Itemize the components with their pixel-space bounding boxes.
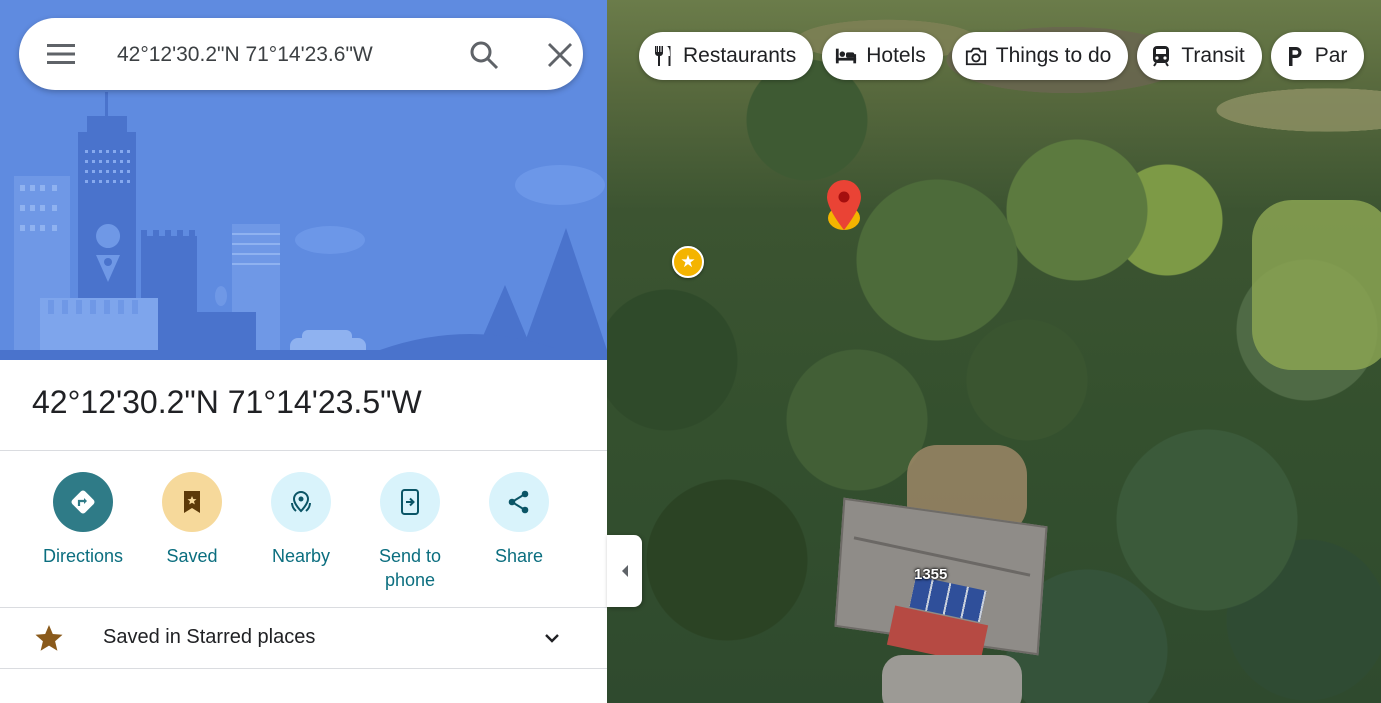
category-chips: Restaurants Hotels Things to do Transit … xyxy=(639,32,1365,80)
saved-button[interactable]: Saved xyxy=(137,472,247,568)
chip-restaurants[interactable]: Restaurants xyxy=(639,32,814,80)
share-button[interactable]: Share xyxy=(464,472,574,568)
location-pin-icon[interactable] xyxy=(824,178,864,234)
chip-things-to-do[interactable]: Things to do xyxy=(951,32,1129,80)
send-to-phone-icon-circle[interactable] xyxy=(380,472,440,532)
directions-icon xyxy=(71,490,95,514)
directions-button[interactable]: Directions xyxy=(28,472,138,568)
chip-label: Par xyxy=(1314,44,1348,67)
saved-list-row[interactable]: Saved in Starred places xyxy=(0,608,607,668)
place-title: 42°12'30.2"N 71°14'23.5"W xyxy=(32,384,422,420)
lawn-area xyxy=(1252,200,1381,370)
bed-icon xyxy=(836,48,857,64)
share-icon-circle[interactable] xyxy=(489,472,549,532)
bookmark-icon xyxy=(184,491,200,513)
directions-icon-circle[interactable] xyxy=(53,472,113,532)
satellite-map[interactable]: 1355 ★ Restaurants Hotels Things to do T… xyxy=(607,0,1381,703)
share-icon xyxy=(508,490,529,514)
close-icon[interactable] xyxy=(547,42,573,68)
send-to-phone-label: Send to phone xyxy=(378,546,442,590)
starred-place-icon[interactable]: ★ xyxy=(672,246,704,278)
saved-list-label: Saved in Starred places xyxy=(103,626,316,648)
nearby-icon xyxy=(291,490,311,513)
camera-icon xyxy=(965,47,986,66)
send-to-phone-button[interactable]: Send to phone xyxy=(355,472,465,592)
search-input[interactable] xyxy=(115,38,419,72)
chevron-down-icon[interactable] xyxy=(540,626,564,650)
driveway xyxy=(882,655,1022,703)
place-panel: 42°12'30.2"N 71°14'23.5"W Directions Sav… xyxy=(0,0,607,703)
chip-label: Transit xyxy=(1181,44,1245,67)
menu-icon[interactable] xyxy=(46,41,76,67)
collapse-panel-button[interactable] xyxy=(607,535,642,607)
train-icon xyxy=(1153,46,1170,67)
nearby-icon-circle[interactable] xyxy=(271,472,331,532)
search-icon[interactable] xyxy=(469,40,499,70)
chip-label: Hotels xyxy=(866,44,926,67)
hero-illustration xyxy=(0,0,607,360)
divider xyxy=(0,668,607,669)
send-to-phone-icon xyxy=(401,489,419,515)
chip-label: Things to do xyxy=(995,44,1112,67)
nearby-button[interactable]: Nearby xyxy=(246,472,356,568)
fork-knife-icon xyxy=(655,46,671,66)
chip-hotels[interactable]: Hotels xyxy=(822,32,943,80)
parking-icon xyxy=(1288,47,1302,66)
star-icon xyxy=(35,625,63,651)
nearby-label: Nearby xyxy=(271,546,331,566)
share-label: Share xyxy=(494,546,544,566)
directions-label: Directions xyxy=(42,546,124,566)
search-box[interactable] xyxy=(19,18,583,90)
marsh-area xyxy=(767,0,1381,170)
saved-icon-circle[interactable] xyxy=(162,472,222,532)
chevron-left-icon xyxy=(621,565,628,577)
chip-label: Restaurants xyxy=(683,44,797,67)
chip-parking[interactable]: Par xyxy=(1270,32,1365,80)
divider xyxy=(0,450,607,451)
saved-label: Saved xyxy=(166,546,218,566)
chip-transit[interactable]: Transit xyxy=(1137,32,1262,80)
house-number-label[interactable]: 1355 xyxy=(914,566,947,583)
